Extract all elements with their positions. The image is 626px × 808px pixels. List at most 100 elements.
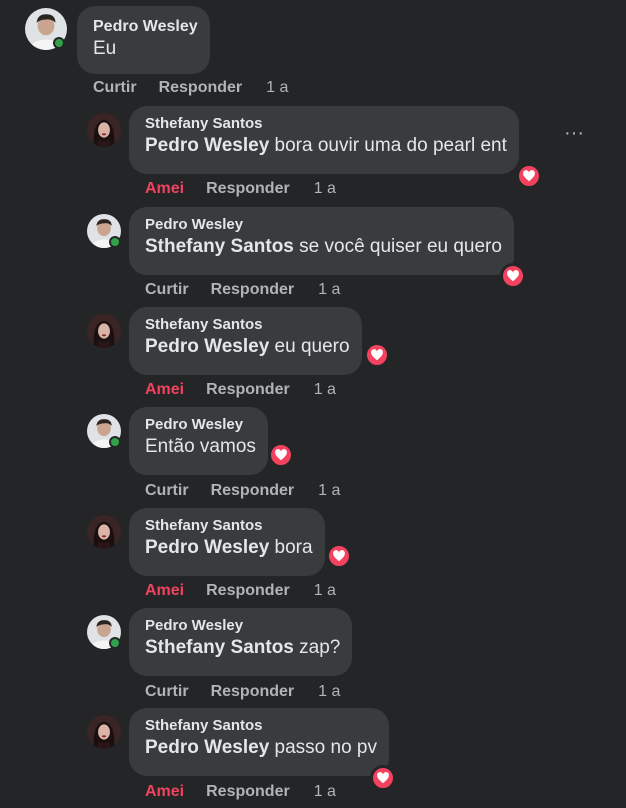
reply-author[interactable]: Sthefany Santos	[145, 716, 377, 736]
avatar[interactable]	[87, 113, 121, 147]
comment-root: Pedro Wesley Eu Curtir Responder 1 a	[0, 0, 626, 100]
like-button[interactable]: Curtir	[145, 280, 189, 300]
love-reaction[interactable]	[268, 442, 294, 468]
avatar-image	[87, 515, 121, 549]
reply-bubble: Sthefany Santos Pedro Wesley passo no pv	[129, 708, 390, 776]
reply-bubble: Sthefany Santos Pedro Wesley eu quero	[129, 307, 362, 375]
reply-actions: Amei Responder 1 a	[145, 581, 336, 601]
reply-bubble: Sthefany Santos Pedro Wesley bora ouvir …	[129, 106, 519, 174]
love-reaction[interactable]	[370, 765, 396, 791]
love-button[interactable]: Amei	[145, 581, 184, 601]
reply-actions: Curtir Responder 1 a	[145, 481, 340, 501]
timestamp[interactable]: 1 a	[318, 481, 340, 501]
like-button[interactable]: Curtir	[145, 481, 189, 501]
mention-link[interactable]: Sthefany Santos	[145, 637, 294, 658]
love-button[interactable]: Amei	[145, 782, 184, 802]
reply-button[interactable]: Responder	[211, 481, 295, 501]
timestamp[interactable]: 1 a	[314, 380, 336, 400]
reply-actions: Amei Responder 1 a	[145, 782, 336, 802]
comment-bubble: Pedro Wesley Eu	[77, 6, 210, 74]
reply-button[interactable]: Responder	[211, 280, 295, 300]
avatar[interactable]	[87, 515, 121, 549]
reply-item: Sthefany Santos Pedro Wesley passo no pv…	[0, 708, 626, 808]
love-reaction[interactable]	[516, 163, 542, 189]
reply-author[interactable]: Sthefany Santos	[145, 516, 313, 536]
reply-button[interactable]: Responder	[206, 380, 290, 400]
heart-icon	[506, 269, 520, 283]
reply-bubble: Pedro Wesley Então vamos	[129, 407, 268, 475]
reply-message: Então vamos	[145, 436, 256, 457]
heart-icon	[274, 448, 288, 462]
mention-link[interactable]: Sthefany Santos	[145, 236, 294, 257]
reply-item: Pedro Wesley Então vamos Curtir Responde…	[0, 407, 626, 503]
reply-item: Sthefany Santos Pedro Wesley bora Amei R…	[0, 508, 626, 604]
reply-actions: Amei Responder 1 a	[145, 380, 336, 400]
avatar[interactable]	[87, 715, 121, 749]
reply-item: Sthefany Santos Pedro Wesley eu quero Am…	[0, 307, 626, 403]
reply-button[interactable]: Responder	[206, 782, 290, 802]
mention-link[interactable]: Pedro Wesley	[145, 135, 269, 156]
online-status-dot	[109, 637, 121, 649]
reply-message: eu quero	[269, 336, 350, 357]
reply-text: Sthefany Santos zap?	[145, 636, 340, 660]
reply-author[interactable]: Sthefany Santos	[145, 315, 350, 335]
avatar[interactable]	[87, 314, 121, 348]
reply-message: zap?	[293, 637, 341, 658]
reply-button[interactable]: Responder	[206, 581, 290, 601]
avatar-image	[87, 314, 121, 348]
heart-icon	[370, 348, 384, 362]
reply-message: passo no pv	[269, 737, 378, 758]
reply-author[interactable]: Pedro Wesley	[145, 415, 256, 435]
love-reaction[interactable]	[364, 342, 390, 368]
reply-message: bora ouvir uma do pearl ent	[269, 135, 507, 156]
online-status-dot	[109, 236, 121, 248]
comment-text: Eu	[93, 38, 117, 59]
heart-icon	[522, 169, 536, 183]
reply-item: Sthefany Santos Pedro Wesley bora ouvir …	[0, 106, 626, 202]
reply-author[interactable]: Pedro Wesley	[145, 616, 340, 636]
timestamp[interactable]: 1 a	[266, 78, 288, 98]
reply-message: se você quiser eu quero	[293, 236, 502, 257]
reply-text: Então vamos	[145, 435, 256, 459]
timestamp[interactable]: 1 a	[314, 179, 336, 199]
timestamp[interactable]: 1 a	[318, 280, 340, 300]
reply-text: Sthefany Santos se você quiser eu quero	[145, 235, 502, 259]
mention-link[interactable]: Pedro Wesley	[145, 537, 269, 558]
reply-button[interactable]: Responder	[206, 179, 290, 199]
love-reaction[interactable]	[326, 543, 352, 569]
reply-text: Pedro Wesley passo no pv	[145, 736, 377, 760]
reply-actions: Amei Responder 1 a	[145, 179, 336, 199]
heart-icon	[376, 771, 390, 785]
reply-bubble: Sthefany Santos Pedro Wesley bora	[129, 508, 325, 576]
reply-author[interactable]: Pedro Wesley	[145, 215, 502, 235]
reply-author[interactable]: Sthefany Santos	[145, 114, 507, 134]
reply-actions: Curtir Responder 1 a	[145, 682, 340, 702]
heart-icon	[332, 549, 346, 563]
online-status-dot	[53, 37, 65, 49]
mention-link[interactable]: Pedro Wesley	[145, 737, 269, 758]
like-button[interactable]: Curtir	[145, 682, 189, 702]
reply-item: Pedro Wesley Sthefany Santos se você qui…	[0, 207, 626, 303]
avatar-image	[87, 113, 121, 147]
love-button[interactable]: Amei	[145, 179, 184, 199]
love-reaction[interactable]	[500, 263, 526, 289]
reply-text: Pedro Wesley eu quero	[145, 335, 350, 359]
timestamp[interactable]: 1 a	[318, 682, 340, 702]
reply-bubble: Pedro Wesley Sthefany Santos se você qui…	[129, 207, 514, 275]
reply-button[interactable]: Responder	[159, 78, 243, 98]
avatar-image	[87, 715, 121, 749]
reply-bubble: Pedro Wesley Sthefany Santos zap?	[129, 608, 353, 676]
reply-text: Pedro Wesley bora ouvir uma do pearl ent	[145, 134, 507, 158]
love-button[interactable]: Amei	[145, 380, 184, 400]
online-status-dot	[109, 436, 121, 448]
comment-actions: Curtir Responder 1 a	[93, 78, 288, 98]
reply-button[interactable]: Responder	[211, 682, 295, 702]
comment-author[interactable]: Pedro Wesley	[93, 17, 198, 37]
mention-link[interactable]: Pedro Wesley	[145, 336, 269, 357]
timestamp[interactable]: 1 a	[314, 782, 336, 802]
timestamp[interactable]: 1 a	[314, 581, 336, 601]
reply-message: bora	[269, 537, 313, 558]
like-button[interactable]: Curtir	[93, 78, 137, 98]
reply-actions: Curtir Responder 1 a	[145, 280, 340, 300]
reply-item: Pedro Wesley Sthefany Santos zap? Curtir…	[0, 608, 626, 704]
